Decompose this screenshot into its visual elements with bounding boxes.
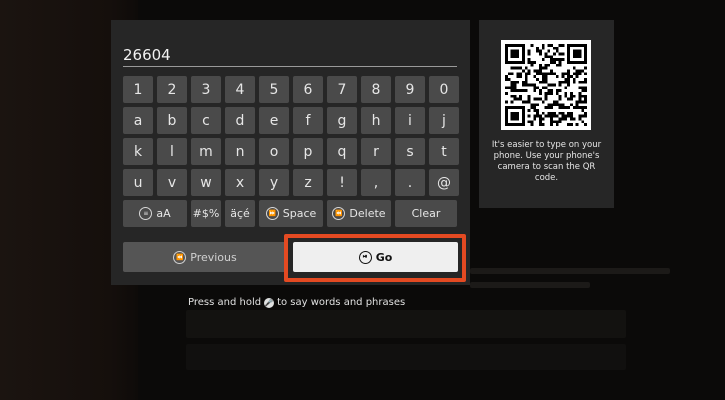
hint-after: to say words and phrases: [277, 297, 406, 308]
qr-instructions: It's easier to type on your phone. Use y…: [491, 140, 602, 183]
key-row1-2[interactable]: 3: [191, 76, 221, 103]
key-row4-8[interactable]: .: [395, 169, 425, 196]
key-row3-8[interactable]: s: [395, 138, 425, 165]
accents-key[interactable]: äçé: [225, 200, 255, 227]
key-row2-7[interactable]: h: [361, 107, 391, 134]
key-row4-2[interactable]: w: [191, 169, 221, 196]
background-row: [186, 310, 626, 338]
key-row2-3[interactable]: d: [225, 107, 255, 134]
remote-button-icon: ⏪: [332, 207, 346, 220]
case-key[interactable]: ≡ aA: [123, 200, 187, 227]
symbols-key[interactable]: #$%: [191, 200, 221, 227]
key-row3-1[interactable]: l: [157, 138, 187, 165]
key-row4-0[interactable]: u: [123, 169, 153, 196]
key-row1-1[interactable]: 2: [157, 76, 187, 103]
clear-key[interactable]: Clear: [395, 200, 457, 227]
key-row3-2[interactable]: m: [191, 138, 221, 165]
key-row1-8[interactable]: 9: [395, 76, 425, 103]
search-input[interactable]: 26604: [123, 44, 457, 67]
key-row2-5[interactable]: f: [293, 107, 323, 134]
key-row2-0[interactable]: a: [123, 107, 153, 134]
qr-panel: It's easier to type on your phone. Use y…: [479, 20, 614, 208]
key-row4-6[interactable]: !: [327, 169, 357, 196]
background-text: [470, 268, 670, 274]
key-row2-4[interactable]: e: [259, 107, 289, 134]
key-row1-0[interactable]: 1: [123, 76, 153, 103]
space-key-label: Space: [282, 207, 317, 220]
key-row3-4[interactable]: o: [259, 138, 289, 165]
key-row2-2[interactable]: c: [191, 107, 221, 134]
key-row2-8[interactable]: i: [395, 107, 425, 134]
accents-key-label: äçé: [230, 207, 250, 220]
key-row1-9[interactable]: 0: [429, 76, 459, 103]
previous-label: Previous: [190, 250, 237, 264]
key-row1-4[interactable]: 5: [259, 76, 289, 103]
previous-button[interactable]: ⏪ Previous: [123, 242, 287, 272]
clear-key-label: Clear: [411, 207, 441, 220]
voice-hint: Press and hold 🎤 to say words and phrase…: [188, 297, 405, 308]
key-row3-5[interactable]: p: [293, 138, 323, 165]
key-row4-7[interactable]: ,: [361, 169, 391, 196]
delete-key[interactable]: ⏪ Delete: [327, 200, 391, 227]
remote-button-icon: ⏩: [265, 207, 279, 220]
qr-code: [501, 40, 591, 130]
go-button-highlight: [284, 234, 466, 282]
key-row3-3[interactable]: n: [225, 138, 255, 165]
key-row4-9[interactable]: @: [429, 169, 459, 196]
case-key-label: aA: [156, 207, 171, 220]
key-row2-6[interactable]: g: [327, 107, 357, 134]
microphone-icon: 🎤: [264, 297, 275, 308]
rewind-icon: ⏪: [173, 250, 187, 264]
key-row1-3[interactable]: 4: [225, 76, 255, 103]
hint-before: Press and hold: [188, 297, 262, 308]
remote-button-icon: ≡: [139, 207, 153, 220]
key-row4-4[interactable]: y: [259, 169, 289, 196]
key-row4-3[interactable]: x: [225, 169, 255, 196]
qr-code-icon: [505, 44, 587, 126]
background-row: [186, 344, 626, 370]
delete-key-label: Delete: [349, 207, 386, 220]
key-row1-5[interactable]: 6: [293, 76, 323, 103]
key-row3-0[interactable]: k: [123, 138, 153, 165]
key-row4-5[interactable]: z: [293, 169, 323, 196]
key-row2-9[interactable]: j: [429, 107, 459, 134]
key-row4-1[interactable]: v: [157, 169, 187, 196]
space-key[interactable]: ⏩ Space: [259, 200, 323, 227]
key-row1-6[interactable]: 7: [327, 76, 357, 103]
key-row3-7[interactable]: r: [361, 138, 391, 165]
key-row3-9[interactable]: t: [429, 138, 459, 165]
key-row3-6[interactable]: q: [327, 138, 357, 165]
symbols-key-label: #$%: [192, 207, 220, 220]
key-row2-1[interactable]: b: [157, 107, 187, 134]
key-row1-7[interactable]: 8: [361, 76, 391, 103]
background-text: [470, 282, 590, 288]
